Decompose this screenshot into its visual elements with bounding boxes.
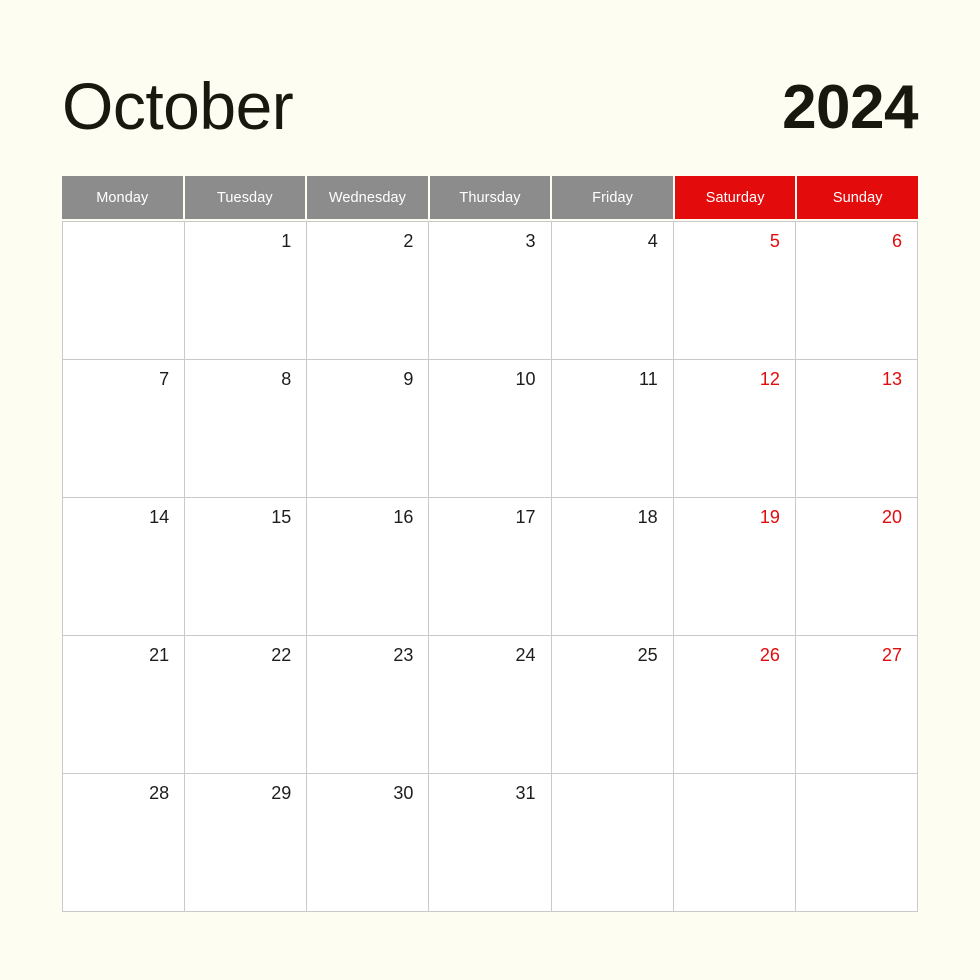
day-cell-31[interactable]: 31	[429, 774, 552, 912]
day-cell-14[interactable]: 14	[63, 498, 186, 636]
calendar-week-row: 1 2 3 4 5 6	[63, 222, 918, 360]
weekday-header-friday: Friday	[552, 176, 673, 219]
day-number: 8	[281, 369, 292, 389]
day-cell-7[interactable]: 7	[63, 360, 186, 498]
day-cell-8[interactable]: 8	[185, 360, 308, 498]
day-cell-13[interactable]: 13	[795, 360, 918, 498]
day-number: 29	[271, 783, 292, 803]
weekday-header-monday: Monday	[62, 176, 183, 219]
day-cell-3[interactable]: 3	[429, 222, 552, 360]
day-cell-24[interactable]: 24	[429, 636, 552, 774]
day-number: 15	[271, 507, 292, 527]
weekday-header-row: Monday Tuesday Wednesday Thursday Friday Satu…	[62, 176, 918, 219]
month-title: October	[62, 69, 294, 144]
day-number: 2	[403, 231, 414, 251]
day-cell-22[interactable]: 22	[185, 636, 308, 774]
day-cell-12[interactable]: 12	[673, 360, 796, 498]
year-title: 2024	[782, 73, 918, 143]
calendar-page: October 2024 Monday Tuesday Wednesday Thurs…	[0, 0, 980, 980]
day-cell-20[interactable]: 20	[795, 498, 918, 636]
day-cell-11[interactable]: 11	[551, 360, 674, 498]
day-cell-16[interactable]: 16	[307, 498, 430, 636]
day-number: 31	[515, 783, 536, 803]
day-cell-10[interactable]: 10	[429, 360, 552, 498]
day-number: 1	[281, 231, 292, 251]
day-cell-empty	[673, 774, 796, 912]
day-number: 25	[637, 645, 658, 665]
weekday-header-saturday: Saturday	[674, 176, 796, 219]
day-number: 24	[515, 645, 536, 665]
day-number: 17	[515, 507, 536, 527]
day-number: 3	[525, 231, 536, 251]
day-cell-empty	[63, 222, 186, 360]
day-cell-18[interactable]: 18	[551, 498, 674, 636]
day-cell-empty	[551, 774, 674, 912]
day-number: 7	[159, 369, 170, 389]
day-cell-25[interactable]: 25	[551, 636, 674, 774]
day-number: 21	[149, 645, 170, 665]
day-cell-30[interactable]: 30	[307, 774, 430, 912]
day-cell-19[interactable]: 19	[673, 498, 796, 636]
day-number: 27	[881, 645, 902, 665]
day-cell-17[interactable]: 17	[429, 498, 552, 636]
calendar-week-row: 14 15 16 17 18 19 20	[63, 498, 918, 636]
day-number: 13	[881, 369, 902, 389]
day-number: 30	[393, 783, 414, 803]
weekday-header-sunday: Sunday	[797, 176, 918, 219]
day-cell-2[interactable]: 2	[307, 222, 430, 360]
day-number: 5	[769, 231, 780, 251]
day-number: 23	[393, 645, 414, 665]
calendar-weeks: 1 2 3 4 5 6 7 8 9 10 11 12 13 14 15 16 17 18 19 20 21 22 23 24 2…	[62, 221, 918, 912]
weekday-header-tuesday: Tuesday	[184, 176, 306, 219]
calendar-week-row: 21 22 23 24 25 26 27	[63, 636, 918, 774]
day-cell-1[interactable]: 1	[185, 222, 308, 360]
day-number: 20	[881, 507, 902, 527]
day-number: 28	[149, 783, 170, 803]
day-cell-15[interactable]: 15	[185, 498, 308, 636]
day-cell-9[interactable]: 9	[307, 360, 430, 498]
day-number: 19	[759, 507, 780, 527]
calendar-week-row: 7 8 9 10 11 12 13	[63, 360, 918, 498]
weekday-header-wednesday: Wednesday	[307, 176, 428, 219]
day-number: 6	[891, 231, 902, 251]
day-number: 26	[759, 645, 780, 665]
day-number: 11	[639, 369, 658, 389]
day-cell-28[interactable]: 28	[63, 774, 186, 912]
day-cell-26[interactable]: 26	[673, 636, 796, 774]
day-cell-29[interactable]: 29	[185, 774, 308, 912]
day-cell-5[interactable]: 5	[673, 222, 796, 360]
day-number: 10	[515, 369, 536, 389]
day-cell-4[interactable]: 4	[551, 222, 674, 360]
day-cell-23[interactable]: 23	[307, 636, 430, 774]
day-cell-21[interactable]: 21	[63, 636, 186, 774]
day-number: 4	[647, 231, 658, 251]
day-number: 16	[393, 507, 414, 527]
calendar-grid: Monday Tuesday Wednesday Thursday Friday Satu…	[62, 176, 918, 912]
day-number: 14	[149, 507, 170, 527]
calendar-title-row: October 2024	[62, 52, 918, 144]
day-number: 9	[403, 369, 414, 389]
weekday-header-thursday: Thursday	[429, 176, 551, 219]
day-cell-empty	[795, 774, 918, 912]
day-cell-27[interactable]: 27	[795, 636, 918, 774]
calendar-week-row: 28 29 30 31	[63, 774, 918, 912]
day-number: 12	[759, 369, 780, 389]
day-number: 22	[271, 645, 292, 665]
day-number: 18	[637, 507, 658, 527]
day-cell-6[interactable]: 6	[795, 222, 918, 360]
